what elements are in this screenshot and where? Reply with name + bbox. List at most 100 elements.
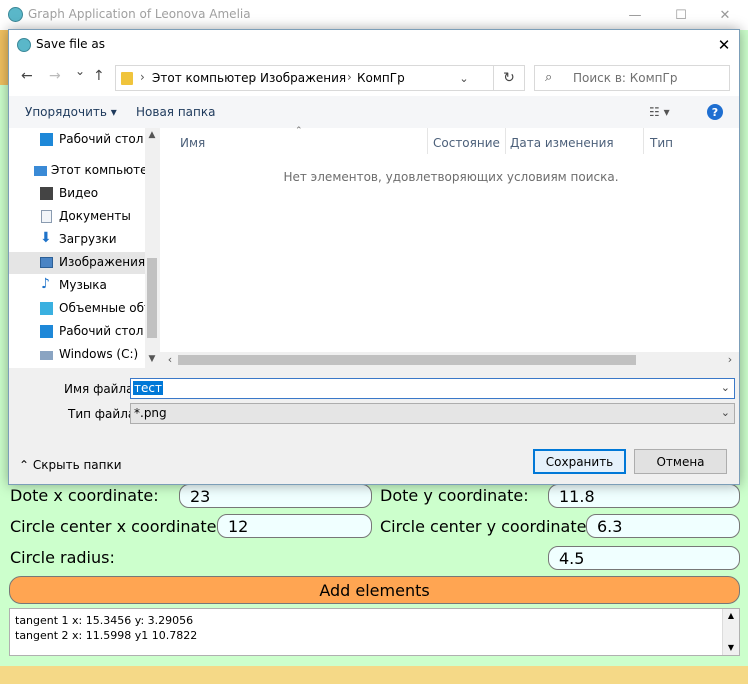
tree-item-label: Изображения — [59, 255, 146, 269]
filetype-label: Тип файла: — [68, 407, 140, 421]
app-titlebar: Graph Application of Leonova Amelia — ☐ … — [0, 0, 748, 30]
music-icon: ♪ — [41, 276, 50, 292]
output-textbox[interactable]: tangent 1 x: 15.3456 y: 3.29056 tangent … — [9, 608, 740, 656]
view-options-button[interactable]: ☷ ▾ — [649, 105, 670, 119]
column-name[interactable]: Имя — [180, 136, 205, 150]
circle-radius-input[interactable]: 4.5 — [548, 546, 740, 570]
breadcrumb-pictures[interactable]: Изображения — [260, 71, 346, 85]
chevron-right-icon[interactable]: › — [722, 352, 738, 368]
forward-arrow-icon[interactable]: → — [49, 68, 61, 84]
recent-locations-icon[interactable]: ⌄ — [75, 64, 85, 78]
breadcrumb-separator: › — [252, 70, 257, 84]
empty-results-message: Нет элементов, удовлетворяющих условиям … — [283, 170, 619, 184]
video-icon — [40, 187, 53, 200]
new-folder-button[interactable]: Новая папка — [136, 105, 215, 119]
scroll-up-icon[interactable]: ▲ — [723, 609, 739, 623]
drive-icon — [40, 351, 53, 360]
add-elements-button[interactable]: Add elements — [9, 576, 740, 604]
save-button[interactable]: Сохранить — [533, 449, 626, 474]
tree-item-documents[interactable]: Документы — [9, 206, 145, 228]
filetype-value: *.png — [134, 406, 167, 420]
tree-item-3d-objects[interactable]: Объемные объ — [9, 298, 145, 320]
downloads-icon: ⬇ — [40, 230, 52, 246]
hide-folders-button[interactable]: ⌃ Скрыть папки — [19, 458, 122, 472]
dot-y-label: Dote y coordinate: — [380, 486, 529, 505]
help-icon[interactable]: ? — [707, 104, 723, 120]
breadcrumb-kompgr[interactable]: КомпГр — [357, 71, 405, 85]
app-title: Graph Application of Leonova Amelia — [28, 7, 251, 21]
organize-menu[interactable]: Упорядочить ▾ — [25, 105, 117, 119]
tree-item-music[interactable]: ♪ Музыка — [9, 275, 145, 297]
dialog-title: Save file as — [36, 37, 105, 51]
dot-x-input[interactable]: 23 — [179, 484, 372, 508]
refresh-button[interactable]: ↻ — [493, 65, 525, 91]
horizontal-scrollbar[interactable]: ‹ › — [160, 352, 739, 368]
folder-icon — [121, 72, 133, 85]
tree-item-label: Музыка — [59, 278, 107, 292]
tree-item-windows-c[interactable]: Windows (C:) — [9, 344, 145, 366]
tree-item-video[interactable]: Видео — [9, 183, 145, 205]
filename-label: Имя файла: — [64, 382, 138, 396]
tree-item-desktop[interactable]: Рабочий стол — [9, 321, 145, 343]
maximize-button[interactable]: ☐ — [658, 0, 704, 30]
scroll-down-icon[interactable]: ▼ — [723, 641, 739, 655]
computer-icon — [34, 166, 47, 176]
back-arrow-icon[interactable]: ← — [21, 68, 33, 84]
documents-icon — [41, 210, 52, 223]
navigation-pane: Рабочий стол Этот компьютер Видео Докуме… — [9, 128, 159, 368]
dialog-close-button[interactable]: ✕ — [709, 30, 739, 60]
circle-radius-label: Circle radius: — [10, 548, 115, 567]
chevron-up-icon[interactable]: ▲ — [145, 130, 159, 140]
chevron-down-icon[interactable]: ⌄ — [721, 381, 730, 394]
breadcrumb-this-pc[interactable]: Этот компьютер — [152, 71, 256, 85]
column-type[interactable]: Тип — [650, 136, 673, 150]
address-dropdown-icon[interactable]: ⌄ — [452, 66, 476, 90]
tree-item-label: Документы — [59, 209, 131, 223]
circle-cx-input[interactable]: 12 — [217, 514, 372, 538]
3d-objects-icon — [40, 302, 53, 315]
chevron-left-icon[interactable]: ‹ — [162, 352, 178, 368]
column-divider[interactable] — [505, 128, 506, 154]
tree-item-label: Этот компьютер — [51, 163, 156, 177]
scrollbar-thumb[interactable] — [178, 355, 636, 365]
output-line: tangent 2 x: 11.5998 y1 10.7822 — [15, 629, 198, 642]
search-input[interactable]: ⌕ Поиск в: КомпГр — [534, 65, 730, 91]
scrollbar-thumb[interactable] — [147, 258, 157, 338]
column-divider[interactable] — [427, 128, 428, 154]
dialog-app-icon — [17, 38, 31, 52]
app-close-button[interactable]: ✕ — [702, 0, 748, 30]
dot-y-input[interactable]: 11.8 — [548, 484, 740, 508]
save-dialog: Save file as ✕ ← → ⌄ ↑ › Этот компьютер … — [8, 29, 740, 485]
circle-cy-input[interactable]: 6.3 — [586, 514, 740, 538]
dot-x-label: Dote x coordinate: — [10, 486, 159, 505]
navigation-scrollbar[interactable]: ▲ ▼ — [145, 128, 159, 368]
breadcrumb-separator: › — [140, 70, 145, 84]
minimize-button[interactable]: — — [612, 0, 658, 30]
tree-item-pictures[interactable]: Изображения — [9, 252, 145, 274]
address-bar[interactable]: › Этот компьютер › Изображения › КомпГр … — [115, 65, 525, 91]
filetype-select[interactable]: *.png ⌄ — [130, 403, 735, 424]
column-status[interactable]: Состояние — [433, 136, 500, 150]
tree-item-label: Видео — [59, 186, 99, 200]
app-left-strip — [0, 30, 8, 85]
column-divider[interactable] — [643, 128, 644, 154]
circle-cy-label: Circle center y coordinate: — [380, 517, 592, 536]
filename-input[interactable]: тест ⌄ — [130, 378, 735, 399]
navigation-bar: ← → ⌄ ↑ › Этот компьютер › Изображения ›… — [9, 60, 739, 96]
desktop-icon — [40, 133, 53, 146]
file-list-pane: ⌃ Имя Состояние Дата изменения Тип Нет э… — [160, 126, 739, 368]
cancel-button[interactable]: Отмена — [634, 449, 727, 474]
app-icon — [8, 7, 23, 22]
tree-item-this-pc[interactable]: Этот компьютер — [9, 160, 155, 182]
tree-item-label: Рабочий стол — [59, 132, 144, 146]
chevron-down-icon[interactable]: ▼ — [145, 354, 159, 364]
tree-item-label: Рабочий стол — [59, 324, 144, 338]
search-icon: ⌕ — [545, 70, 553, 85]
column-date-modified[interactable]: Дата изменения — [510, 136, 614, 150]
chevron-down-icon[interactable]: ⌄ — [721, 406, 730, 419]
dialog-toolbar: Упорядочить ▾ Новая папка ☷ ▾ ? — [9, 96, 739, 128]
output-scrollbar[interactable]: ▲ ▼ — [722, 609, 739, 655]
up-folder-icon[interactable]: ↑ — [93, 68, 105, 84]
tree-item-downloads[interactable]: ⬇ Загрузки — [9, 229, 145, 251]
tree-item-desktop[interactable]: Рабочий стол — [9, 129, 145, 151]
